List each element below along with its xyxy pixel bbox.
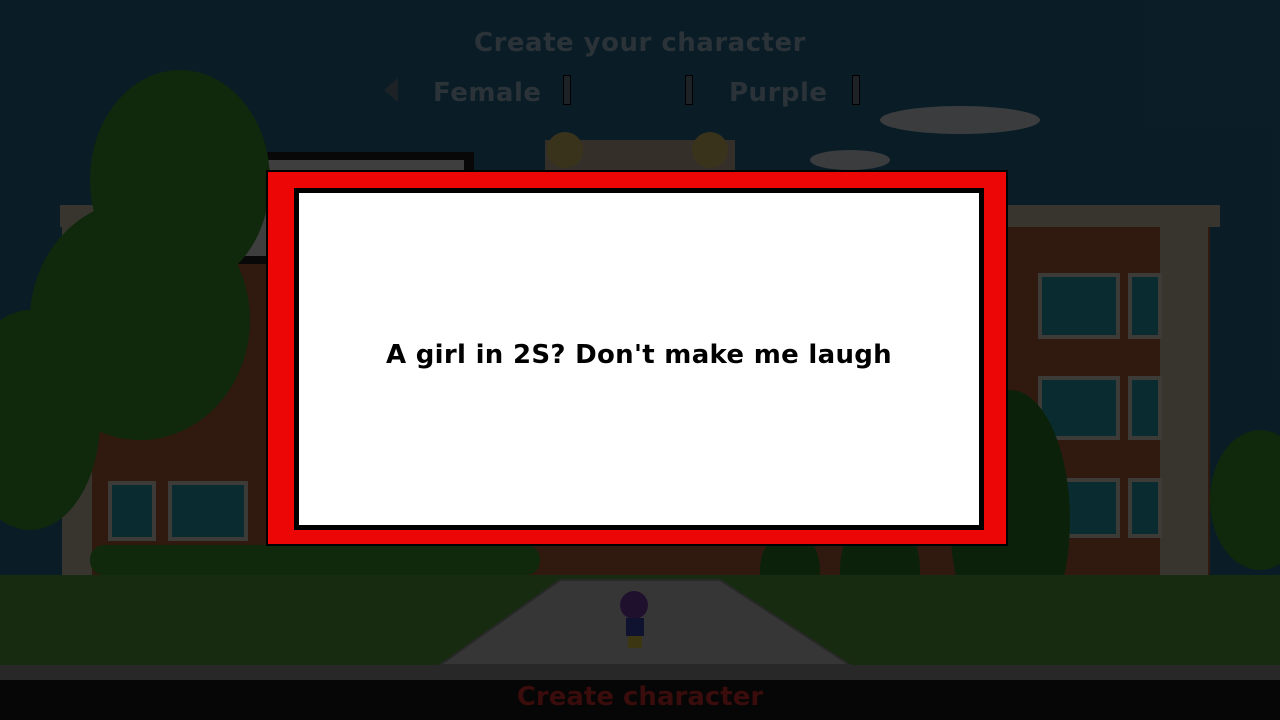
create-character-button[interactable]: Create character xyxy=(0,682,1280,712)
dialog-message-text: A girl in 2S? Don't make me laugh xyxy=(386,340,892,370)
color-selector-handle-left[interactable] xyxy=(685,75,693,105)
message-dialog-panel: A girl in 2S? Don't make me laugh xyxy=(294,188,984,530)
gender-selector-handle[interactable] xyxy=(563,75,571,105)
message-dialog[interactable]: A girl in 2S? Don't make me laugh xyxy=(266,170,1008,546)
gender-prev-arrow-icon[interactable] xyxy=(384,78,398,102)
gender-selector-value[interactable]: Female xyxy=(433,78,542,108)
color-selector-handle-right[interactable] xyxy=(852,75,860,105)
screen-title: Create your character xyxy=(473,28,807,58)
color-selector-value[interactable]: Purple xyxy=(729,78,828,108)
